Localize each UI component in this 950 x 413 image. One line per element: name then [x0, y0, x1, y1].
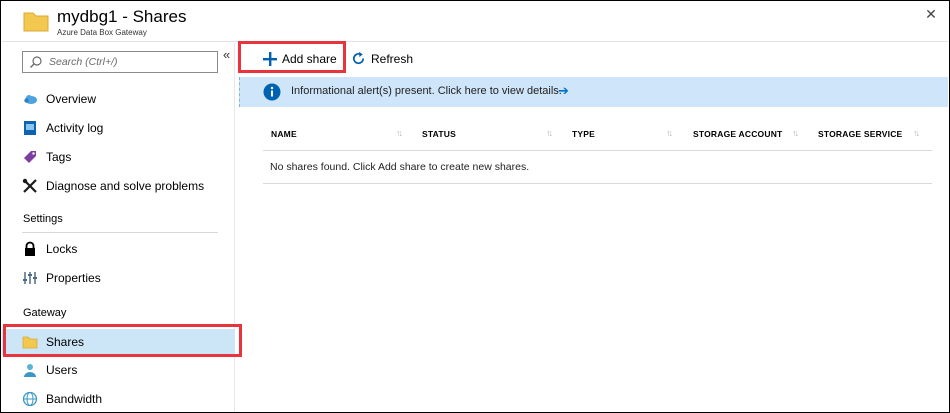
sidebar-item-properties[interactable]: Properties	[2, 265, 235, 291]
add-share-label: Add share	[282, 52, 337, 66]
column-header-status[interactable]: STATUS	[422, 129, 456, 139]
sidebar-item-users[interactable]: Users	[2, 357, 235, 383]
sort-icon[interactable]: ↑↓	[913, 128, 920, 138]
sidebar-item-label: Properties	[46, 271, 101, 285]
cloud-icon	[24, 95, 37, 104]
sort-icon[interactable]: ↑↓	[396, 128, 403, 138]
sidebar: Search (Ctrl+/) « Overview Activity log	[2, 43, 235, 412]
close-icon[interactable]: ✕	[924, 7, 938, 21]
section-heading-gateway: Gateway	[23, 307, 67, 319]
table-header: NAME ↑↓ STATUS ↑↓ TYPE ↑↓ STORAGE ACCOUN…	[263, 119, 932, 151]
refresh-label: Refresh	[371, 52, 414, 66]
wrench-icon	[22, 178, 37, 193]
sidebar-item-locks[interactable]: Locks	[2, 236, 235, 262]
empty-table-message: No shares found. Click Add share to crea…	[270, 161, 530, 173]
arrow-right-icon: ➔	[558, 83, 569, 98]
folder-icon	[23, 12, 49, 32]
tag-icon	[24, 151, 36, 163]
page-title: mydbg1 - Shares	[57, 7, 187, 26]
info-icon	[263, 83, 281, 101]
add-share-button[interactable]: Add share	[243, 49, 343, 69]
blade-header: mydbg1 - Shares Azure Data Box Gateway ✕	[2, 2, 948, 42]
folder-icon	[22, 336, 38, 349]
activity-log-icon	[24, 121, 36, 135]
sidebar-item-label: Shares	[46, 335, 85, 349]
search-input[interactable]: Search (Ctrl+/)	[22, 51, 218, 73]
column-header-name[interactable]: NAME	[271, 129, 297, 139]
row-divider	[263, 183, 932, 184]
sidebar-item-label: Diagnose and solve problems	[46, 179, 205, 193]
sort-icon[interactable]: ↑↓	[792, 128, 799, 138]
collapse-sidebar-button[interactable]: «	[223, 48, 230, 61]
search-icon	[30, 56, 42, 68]
sidebar-item-label: Tags	[46, 150, 72, 164]
toolbar: Add share Refresh	[237, 43, 948, 75]
plus-icon	[263, 52, 277, 66]
sidebar-item-label: Bandwidth	[46, 392, 103, 406]
section-heading-settings: Settings	[23, 213, 63, 225]
column-header-storage-service[interactable]: STORAGE SERVICE	[818, 129, 902, 139]
sidebar-item-label: Users	[46, 363, 78, 377]
sort-icon[interactable]: ↑↓	[666, 128, 673, 138]
sidebar-item-label: Activity log	[46, 121, 104, 135]
sidebar-item-label: Locks	[46, 242, 78, 256]
info-alert-banner[interactable]: Informational alert(s) present. Click he…	[239, 77, 948, 107]
properties-icon	[23, 272, 37, 284]
sidebar-item-tags[interactable]: Tags	[2, 144, 235, 170]
sidebar-item-label: Overview	[46, 92, 97, 106]
column-header-type[interactable]: TYPE	[572, 129, 595, 139]
user-icon	[24, 364, 36, 377]
refresh-icon	[353, 51, 365, 65]
app-window: mydbg1 - Shares Azure Data Box Gateway ✕…	[0, 0, 950, 413]
main-content: Add share Refresh Informational alert(s)…	[237, 43, 948, 412]
sidebar-item-activity-log[interactable]: Activity log	[2, 115, 235, 141]
lock-icon	[25, 241, 35, 256]
sidebar-item-overview[interactable]: Overview	[2, 86, 235, 112]
sidebar-item-bandwidth[interactable]: Bandwidth	[2, 386, 235, 412]
sidebar-item-shares[interactable]: Shares	[2, 329, 235, 355]
column-header-storage-account[interactable]: STORAGE ACCOUNT	[693, 129, 782, 139]
section-divider	[22, 232, 218, 233]
page-subtitle: Azure Data Box Gateway	[57, 28, 147, 37]
alert-text: Informational alert(s) present. Click he…	[291, 85, 562, 97]
sidebar-item-diagnose[interactable]: Diagnose and solve problems	[2, 173, 235, 199]
bandwidth-icon	[22, 391, 38, 407]
sort-icon[interactable]: ↑↓	[546, 128, 553, 138]
search-placeholder: Search (Ctrl+/)	[49, 56, 118, 68]
refresh-button[interactable]: Refresh	[349, 49, 429, 69]
